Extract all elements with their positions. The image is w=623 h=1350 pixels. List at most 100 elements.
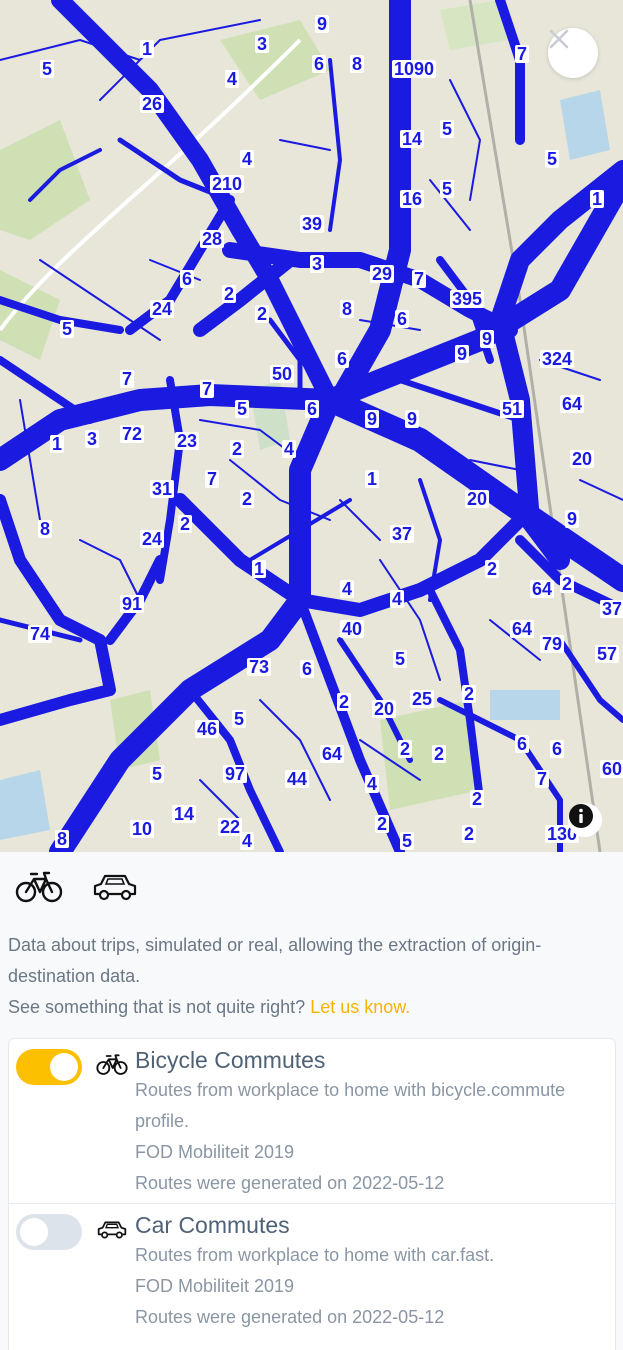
bicycle-commutes-toggle[interactable] <box>16 1049 82 1085</box>
route-count-label: 4 <box>340 579 355 599</box>
route-map[interactable]: 1 5 26 4 3 6 9 8 1090 14 16 5 5 7 5 1 210 4 39 3 29 7 395 6 9 28 6… <box>0 0 623 852</box>
layer-car-commutes: Car Commutes Routes from workplace to ho… <box>9 1203 615 1350</box>
route-count-label: 2 <box>375 814 390 834</box>
route-count-label: 6 <box>515 734 530 754</box>
route-count-label: 2 <box>222 284 237 304</box>
route-count-label: 1 <box>50 434 65 454</box>
route-count-label: 2 <box>485 559 500 579</box>
bicycle-mode-button[interactable] <box>14 866 64 906</box>
route-count-label: 79 <box>540 634 565 654</box>
route-count-label: 8 <box>38 519 53 539</box>
close-icon <box>549 29 569 49</box>
route-count-label: 4 <box>282 439 297 459</box>
car-commutes-toggle[interactable] <box>16 1214 82 1250</box>
route-count-label: 3 <box>255 34 270 54</box>
route-count-label: 2 <box>462 824 477 844</box>
route-count-label: 14 <box>400 129 425 149</box>
route-count-label: 14 <box>172 804 197 824</box>
route-count-label: 2 <box>178 514 193 534</box>
route-count-label: 25 <box>410 689 435 709</box>
layer-source: FOD Mobiliteit 2019 <box>135 1276 295 1296</box>
route-count-label: 6 <box>550 739 565 759</box>
toggle-knob <box>50 1053 78 1081</box>
route-count-label: 2 <box>462 684 477 704</box>
route-count-label: 57 <box>595 644 620 664</box>
car-icon <box>97 1221 127 1239</box>
route-count-label: 1 <box>140 39 155 59</box>
close-button[interactable] <box>548 28 598 78</box>
route-count-label: 2 <box>398 739 413 759</box>
route-count-label: 26 <box>140 94 165 114</box>
route-count-label: 2 <box>240 489 255 509</box>
route-count-label: 51 <box>500 399 525 419</box>
route-count-label: 5 <box>393 649 408 669</box>
route-count-label: 6 <box>305 399 320 419</box>
route-count-label: 6 <box>180 269 195 289</box>
layer-title: Car Commutes <box>135 1212 290 1238</box>
route-count-label: 4 <box>240 831 255 851</box>
route-count-label: 60 <box>600 759 623 779</box>
route-count-label: 37 <box>390 524 415 544</box>
route-count-label: 3 <box>310 254 325 274</box>
route-count-label: 7 <box>200 379 215 399</box>
layer-panel: Data about trips, simulated or real, all… <box>0 852 623 1350</box>
route-count-label: 64 <box>510 619 535 639</box>
route-count-label: 210 <box>210 174 245 194</box>
route-count-label: 8 <box>340 299 355 319</box>
route-count-label: 395 <box>450 289 485 309</box>
route-count-label: 9 <box>565 509 580 529</box>
route-count-label: 5 <box>40 59 55 79</box>
route-count-label: 37 <box>600 599 623 619</box>
info-icon <box>569 804 593 828</box>
layer-icon <box>95 1051 129 1077</box>
route-count-label: 5 <box>400 831 415 851</box>
route-count-label: 7 <box>205 469 220 489</box>
layer-description: Routes from workplace to home with car.f… <box>135 1245 495 1265</box>
route-count-label: 7 <box>515 44 530 64</box>
route-count-label: 9 <box>480 329 495 349</box>
info-button[interactable] <box>568 803 602 837</box>
route-count-label: 24 <box>140 529 165 549</box>
route-count-label: 5 <box>440 119 455 139</box>
route-count-label: 324 <box>540 349 575 369</box>
route-count-label: 64 <box>560 394 585 414</box>
route-count-label: 2 <box>230 439 245 459</box>
route-count-label: 64 <box>530 579 555 599</box>
route-count-label: 8 <box>55 829 70 849</box>
route-count-label: 29 <box>370 264 395 284</box>
route-count-label: 97 <box>223 764 248 784</box>
route-count-label: 16 <box>400 189 425 209</box>
route-count-label: 5 <box>232 709 247 729</box>
layer-source: FOD Mobiliteit 2019 <box>135 1142 295 1162</box>
bicycle-icon <box>15 871 63 903</box>
toggle-knob <box>20 1218 48 1246</box>
route-count-label: 7 <box>412 269 427 289</box>
route-count-label: 1090 <box>392 59 437 79</box>
route-count-label: 6 <box>312 54 327 74</box>
layer-icon <box>95 1216 129 1242</box>
feedback-link[interactable]: Let us know. <box>310 997 410 1017</box>
layer-generated-date: Routes were generated on 2022-05-12 <box>135 1173 445 1193</box>
route-count-label: 24 <box>150 299 175 319</box>
layer-description: Routes from workplace to home with bicyc… <box>135 1080 566 1131</box>
route-count-label: 4 <box>365 774 380 794</box>
route-count-label: 2 <box>560 574 575 594</box>
car-mode-button[interactable] <box>90 866 140 906</box>
route-count-label: 2 <box>255 304 270 324</box>
route-count-label: 6 <box>395 309 410 329</box>
route-count-label: 31 <box>150 479 175 499</box>
route-count-label: 72 <box>120 424 145 444</box>
route-count-label: 2 <box>337 692 352 712</box>
route-count-label: 1 <box>590 189 605 209</box>
route-count-label: 2 <box>470 789 485 809</box>
description-text: Data about trips, simulated or real, all… <box>8 935 542 986</box>
car-icon <box>93 874 137 901</box>
route-count-label: 9 <box>455 344 470 364</box>
route-count-label: 91 <box>120 594 145 614</box>
route-count-label: 6 <box>300 659 315 679</box>
route-count-label: 4 <box>225 69 240 89</box>
route-count-label: 1 <box>252 559 267 579</box>
route-count-label: 20 <box>372 699 397 719</box>
route-count-label: 50 <box>270 364 295 384</box>
route-count-label: 1 <box>365 469 380 489</box>
